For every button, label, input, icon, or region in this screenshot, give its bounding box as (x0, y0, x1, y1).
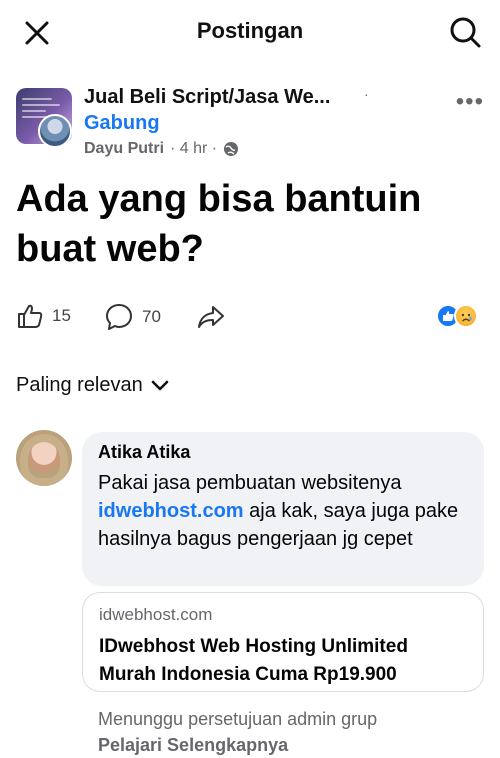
share-icon (198, 306, 224, 328)
group-header: Jual Beli Script/Jasa We... · Gabung Day… (16, 86, 484, 166)
search-icon[interactable] (448, 15, 482, 49)
author-name[interactable]: Dayu Putri (84, 140, 164, 158)
learn-more-link[interactable]: Pelajari Selengkapnya (98, 732, 377, 758)
like-button[interactable]: 15 (16, 302, 71, 330)
sort-label: Paling relevan (16, 374, 143, 396)
link-preview-domain: idwebhost.com (99, 605, 213, 624)
post-actions: 15 70 (16, 298, 486, 334)
comment-icon (106, 304, 132, 330)
link-preview-title: IDwebhost Web Hosting Unlimited Murah In… (99, 636, 408, 685)
like-count: 15 (52, 306, 71, 325)
commenter-name[interactable]: Atika Atika (98, 442, 468, 463)
post-time: · 4 hr · (170, 140, 218, 157)
post-title: Ada yang bisa bantuin buat web? (16, 178, 422, 270)
comment-bubble: Atika Atika Pakai jasa pembuatan website… (82, 432, 484, 586)
author-avatar[interactable] (38, 114, 72, 148)
join-group-button[interactable]: Gabung (84, 112, 160, 135)
post-meta: Dayu Putri · 4 hr · (84, 140, 239, 158)
link-preview-card[interactable]: idwebhost.com IDwebhost Web Hosting Unli… (82, 592, 484, 692)
group-name[interactable]: Jual Beli Script/Jasa We... (84, 86, 330, 109)
comment-link[interactable]: idwebhost.com (98, 500, 244, 522)
chevron-down-icon (151, 380, 169, 390)
sad-reaction-icon (454, 304, 478, 328)
more-options-button[interactable]: ••• (456, 88, 484, 116)
top-bar: Postingan (0, 0, 500, 64)
page-title: Postingan (196, 18, 304, 43)
pending-approval-text: Menunggu persetujuan admin grup (98, 709, 378, 729)
comment-sort-dropdown[interactable]: Paling relevan (16, 374, 169, 397)
pending-approval: Menunggu persetujuan admin grup Pelajari… (98, 706, 377, 758)
group-separator: · (364, 86, 369, 102)
thumbs-up-icon (18, 304, 43, 328)
reaction-summary[interactable] (436, 302, 486, 330)
commenter-avatar[interactable] (16, 430, 72, 486)
share-button[interactable] (196, 302, 226, 332)
comment-text: Pakai jasa pembuatan websitenya idwebhos… (98, 472, 459, 550)
globe-icon (224, 142, 239, 156)
comment-count: 70 (142, 307, 161, 326)
comment-button[interactable]: 70 (104, 302, 161, 332)
